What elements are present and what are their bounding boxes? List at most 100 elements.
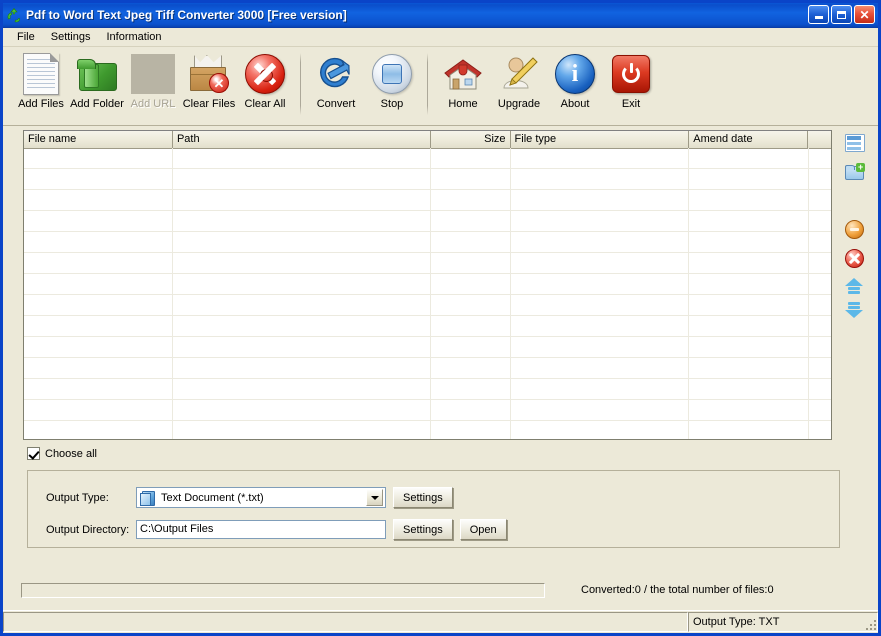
table-cell xyxy=(809,274,832,294)
table-cell xyxy=(431,358,511,378)
menu-item-settings[interactable]: Settings xyxy=(43,30,99,44)
toolbar-button-add-folder[interactable]: Add Folder xyxy=(69,51,125,119)
column-header-spacer[interactable] xyxy=(808,131,832,148)
move-down-icon[interactable] xyxy=(845,301,865,321)
chevron-down-icon[interactable] xyxy=(366,489,383,506)
menu-item-information[interactable]: Information xyxy=(98,30,169,44)
move-up-icon[interactable] xyxy=(845,277,865,297)
choose-all-checkbox[interactable] xyxy=(27,447,40,460)
add-folder-icon[interactable]: + xyxy=(845,163,866,184)
close-button[interactable]: ✕ xyxy=(854,5,875,24)
table-cell xyxy=(431,274,511,294)
table-cell xyxy=(809,148,832,168)
toolbar-button-exit[interactable]: Exit xyxy=(603,51,659,119)
remove-item-icon[interactable] xyxy=(845,220,865,240)
table-cell xyxy=(24,400,173,420)
column-header-file-name[interactable]: File name xyxy=(24,131,173,148)
table-cell xyxy=(173,274,432,294)
choose-all-row[interactable]: Choose all xyxy=(27,447,878,460)
table-row[interactable] xyxy=(24,232,832,253)
output-type-settings-button[interactable]: Settings xyxy=(393,487,453,508)
table-cell xyxy=(431,379,511,399)
table-cell xyxy=(173,253,432,273)
table-cell xyxy=(431,421,511,439)
toolbar-button-upgrade[interactable]: Upgrade xyxy=(491,51,547,119)
table-cell xyxy=(173,295,432,315)
table-cell xyxy=(431,295,511,315)
maximize-button[interactable] xyxy=(831,5,852,24)
output-type-select[interactable]: Text Document (*.txt) xyxy=(136,487,386,508)
table-cell xyxy=(809,190,832,210)
table-row[interactable] xyxy=(24,169,832,190)
table-cell xyxy=(431,316,511,336)
table-cell xyxy=(511,253,690,273)
folder-icon xyxy=(73,51,121,97)
output-directory-settings-button[interactable]: Settings xyxy=(393,519,453,540)
table-row[interactable] xyxy=(24,400,832,421)
output-directory-input[interactable]: C:\Output Files xyxy=(136,520,386,539)
table-row[interactable] xyxy=(24,148,832,169)
conversion-progress-bar xyxy=(21,583,545,598)
table-cell xyxy=(173,232,432,252)
toolbar-separator-1 xyxy=(300,53,301,115)
clear-all-icon[interactable] xyxy=(845,249,865,269)
table-row[interactable] xyxy=(24,295,832,316)
recycle-icon xyxy=(6,7,22,23)
table-row[interactable] xyxy=(24,316,832,337)
table-row[interactable] xyxy=(24,358,832,379)
toolbar-button-stop[interactable]: Stop xyxy=(364,51,420,119)
status-area: Converted:0 / the total number of files:… xyxy=(3,579,878,633)
table-cell xyxy=(511,337,690,357)
toolbar-button-clear-files[interactable]: ✕ Clear Files xyxy=(181,51,237,119)
file-list-rows xyxy=(24,148,832,439)
column-header-file-type[interactable]: File type xyxy=(510,131,690,148)
table-cell xyxy=(689,400,809,420)
table-cell xyxy=(511,232,690,252)
table-row[interactable] xyxy=(24,190,832,211)
table-row[interactable] xyxy=(24,274,832,295)
table-cell xyxy=(689,211,809,231)
toolbar-button-convert[interactable]: Convert xyxy=(308,51,364,119)
output-type-value: Text Document (*.txt) xyxy=(161,491,264,504)
column-header-size[interactable]: Size xyxy=(431,131,511,148)
toolbar-label-clear-files: Clear Files xyxy=(182,98,236,110)
table-row[interactable] xyxy=(24,379,832,400)
file-list[interactable]: File name Path Size File type Amend date xyxy=(23,130,833,440)
table-cell xyxy=(689,295,809,315)
toolbar-button-clear-all[interactable]: Clear All xyxy=(237,51,293,119)
table-row[interactable] xyxy=(24,337,832,358)
output-directory-row: Output Directory: C:\Output Files Settin… xyxy=(46,519,507,540)
list-view-icon[interactable] xyxy=(845,134,866,154)
table-cell xyxy=(24,190,173,210)
box-remove-icon: ✕ xyxy=(185,51,233,97)
window-title: Pdf to Word Text Jpeg Tiff Converter 300… xyxy=(26,8,347,22)
url-icon xyxy=(129,51,177,97)
table-cell xyxy=(809,421,832,439)
table-cell xyxy=(24,211,173,231)
minimize-button[interactable] xyxy=(808,5,829,24)
toolbar-button-about[interactable]: i About xyxy=(547,51,603,119)
table-cell xyxy=(809,211,832,231)
column-header-amend-date[interactable]: Amend date xyxy=(689,131,809,148)
table-cell xyxy=(689,421,809,439)
table-cell xyxy=(24,379,173,399)
table-cell xyxy=(173,169,432,189)
column-header-path[interactable]: Path xyxy=(172,131,432,148)
toolbar-button-add-files[interactable]: Add Files xyxy=(13,51,69,119)
table-cell xyxy=(809,337,832,357)
resize-grip[interactable] xyxy=(862,616,876,630)
toolbar-button-home[interactable]: Home xyxy=(435,51,491,119)
menu-item-file[interactable]: File xyxy=(9,30,43,44)
close-icon: ✕ xyxy=(859,7,870,22)
output-directory-open-button[interactable]: Open xyxy=(459,519,507,540)
convert-arrow-icon xyxy=(312,51,360,97)
table-cell xyxy=(511,274,690,294)
circle-x-icon xyxy=(241,51,289,97)
info-circle-icon: i xyxy=(551,51,599,97)
table-row[interactable] xyxy=(24,421,832,439)
toolbar-label-add-url: Add URL xyxy=(130,98,176,110)
table-cell xyxy=(689,169,809,189)
table-row[interactable] xyxy=(24,211,832,232)
table-row[interactable] xyxy=(24,253,832,274)
table-cell xyxy=(689,274,809,294)
